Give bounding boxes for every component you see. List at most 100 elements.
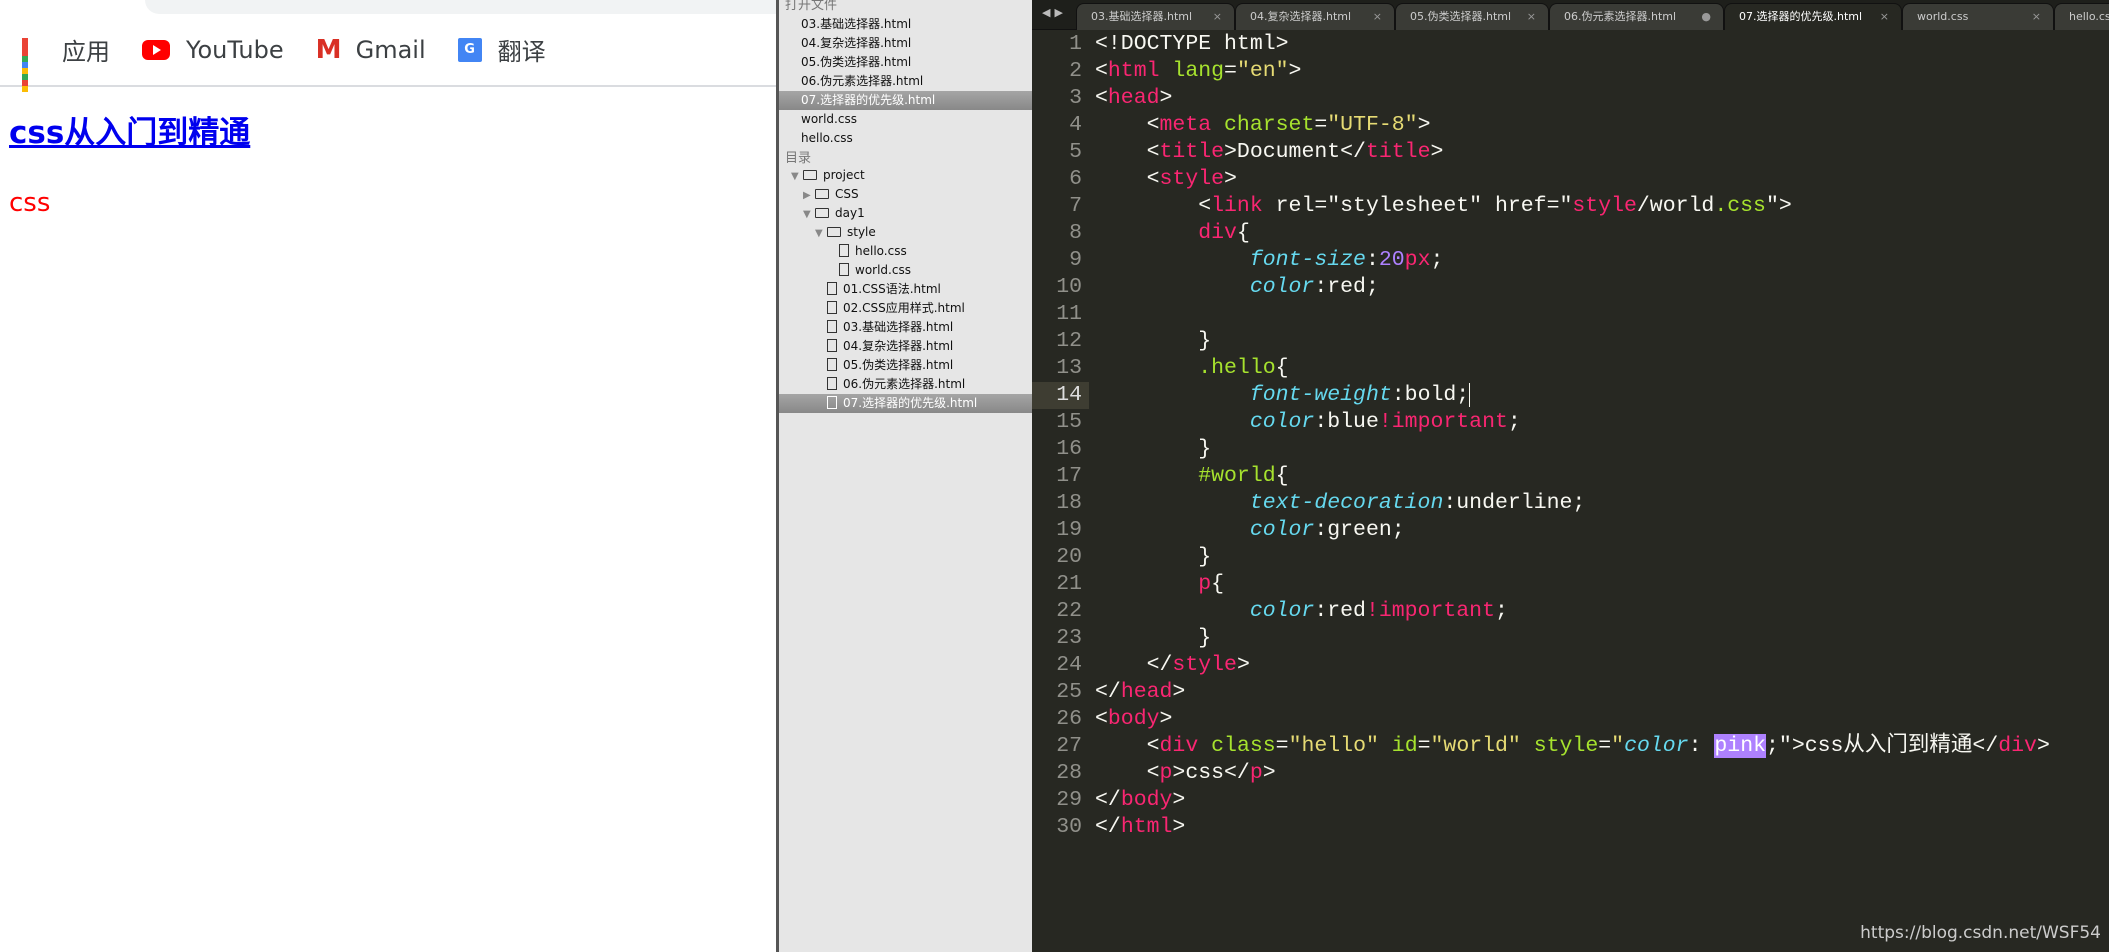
line-text: </html> <box>1095 814 1185 841</box>
code-token: style <box>1533 734 1599 758</box>
code-token: color <box>1249 275 1315 299</box>
close-icon[interactable]: × <box>1527 4 1536 30</box>
paragraph-text: css <box>9 188 51 218</box>
code-line: 13 .hello{ <box>1032 355 2109 382</box>
tree-folder[interactable]: ▶ CSS <box>779 185 1032 204</box>
expanded-arrow-icon[interactable]: ▼ <box>815 224 827 243</box>
tree-folder[interactable]: ▼ style <box>779 223 1032 242</box>
line-text: color:blue!important; <box>1095 409 1521 436</box>
code-token: < <box>1095 761 1160 785</box>
tree-file[interactable]: 05.伪类选择器.html <box>779 356 1032 375</box>
close-icon[interactable]: × <box>2032 4 2041 30</box>
open-file-item[interactable]: hello.css <box>779 129 1032 148</box>
tab-label: hello.css <box>2069 10 2109 23</box>
code-token: " <box>1611 734 1625 758</box>
code-token: > <box>1172 788 1186 812</box>
code-token: ; <box>1507 410 1521 434</box>
code-token: > <box>1430 140 1444 164</box>
close-icon[interactable]: × <box>1213 4 1222 30</box>
expanded-arrow-icon[interactable]: ▼ <box>803 205 815 224</box>
code-line: 3 <head> <box>1032 85 2109 112</box>
code-line: 14 font-weight:bold; <box>1032 382 2109 409</box>
code-token: .hello <box>1198 356 1276 380</box>
tree-file[interactable]: 03.基础选择器.html <box>779 318 1032 337</box>
close-icon[interactable]: × <box>1880 4 1889 30</box>
line-text: .hello{ <box>1095 355 1288 382</box>
bookmarks-bar: 应用 YouTube M Gmail G 翻译 <box>0 14 776 92</box>
open-file-item[interactable]: 07.选择器的优先级.html <box>779 91 1032 110</box>
editor-tab[interactable]: hello.css <box>2054 3 2109 30</box>
editor-tab[interactable]: world.css × <box>1902 3 2054 30</box>
tree-folder[interactable]: ▼ day1 <box>779 204 1032 223</box>
bookmark-gmail[interactable]: M Gmail <box>316 36 426 64</box>
collapsed-arrow-icon[interactable]: ▶ <box>803 186 815 205</box>
tree-file[interactable]: 07.选择器的优先级.html <box>779 394 1032 413</box>
line-number: 7 <box>1069 194 1082 218</box>
code-token: >css</ <box>1172 761 1250 785</box>
editor-tab[interactable]: 07.选择器的优先级.html × <box>1724 3 1902 30</box>
youtube-icon <box>142 39 170 60</box>
code-token: = <box>1598 734 1612 758</box>
code-token: div <box>1198 221 1237 245</box>
open-file-item[interactable]: 03.基础选择器.html <box>779 15 1032 34</box>
editor-tab[interactable]: 06.伪元素选择器.html ● <box>1549 3 1724 30</box>
line-number: 21 <box>1056 572 1082 596</box>
code-editor[interactable]: ◀▶ 03.基础选择器.html × 04.复杂选择器.html × 05.伪类选择器.… <box>1032 0 2109 952</box>
line-text: color:red; <box>1095 274 1379 301</box>
tree-file[interactable]: 01.CSS语法.html <box>779 280 1032 299</box>
address-bar[interactable] <box>145 0 776 14</box>
tree-file[interactable]: 02.CSS应用样式.html <box>779 299 1032 318</box>
expanded-arrow-icon[interactable]: ▼ <box>791 167 803 186</box>
bookmark-label: Gmail <box>355 35 426 64</box>
tree-file[interactable]: world.css <box>779 261 1032 280</box>
code-token: > <box>1159 707 1173 731</box>
bookmark-youtube[interactable]: YouTube <box>142 36 284 64</box>
tree-folder[interactable]: ▼ project <box>779 166 1032 185</box>
code-token: <!DOCTYPE html> <box>1095 32 1289 56</box>
close-icon[interactable]: × <box>1373 4 1382 30</box>
file-icon <box>827 282 837 295</box>
code-token: div <box>1159 734 1199 758</box>
code-token: } <box>1095 626 1212 650</box>
line-number: 13 <box>1056 356 1082 380</box>
open-file-item[interactable]: 05.伪类选择器.html <box>779 53 1032 72</box>
bookmark-translate[interactable]: G 翻译 <box>457 32 546 67</box>
code-token: :underline; <box>1443 491 1586 515</box>
code-line: 30 </html> <box>1032 814 2109 841</box>
file-icon <box>827 320 837 333</box>
code-token: !important <box>1378 410 1508 434</box>
line-text: <link rel="stylesheet" href="style/world… <box>1095 193 1792 220</box>
open-file-item[interactable]: 06.伪元素选择器.html <box>779 72 1032 91</box>
code-token: link <box>1211 194 1263 218</box>
line-text: <p>css</p> <box>1095 760 1276 787</box>
page-heading-link[interactable]: css从入门到精通 <box>9 107 250 152</box>
code-token: title <box>1159 140 1225 164</box>
tree-label: 03.基础选择器.html <box>843 320 954 334</box>
tree-file[interactable]: 06.伪元素选择器.html <box>779 375 1032 394</box>
tab-scroll-arrows-icon[interactable]: ◀▶ <box>1042 6 1067 19</box>
editor-tab[interactable]: 03.基础选择器.html × <box>1076 3 1235 30</box>
open-file-item[interactable]: 04.复杂选择器.html <box>779 34 1032 53</box>
open-file-item[interactable]: world.css <box>779 110 1032 129</box>
tree-label: project <box>823 168 865 182</box>
code-token: } <box>1095 329 1212 353</box>
line-text: } <box>1095 625 1211 652</box>
line-text: color:green; <box>1095 517 1405 544</box>
editor-tab[interactable]: 05.伪类选择器.html × <box>1395 3 1549 30</box>
code-area[interactable]: 1 <!DOCTYPE html> 2 <html lang="en"> 3 <head>… <box>1032 31 2109 841</box>
tree-file[interactable]: hello.css <box>779 242 1032 261</box>
code-token: </ <box>1095 788 1121 812</box>
code-token: head <box>1120 680 1173 704</box>
code-token: pink <box>1714 734 1767 758</box>
tree-file[interactable]: 04.复杂选择器.html <box>779 337 1032 356</box>
editor-tab[interactable]: 04.复杂选择器.html × <box>1235 3 1395 30</box>
unsaved-dot-icon[interactable]: ● <box>1701 4 1711 30</box>
bookmark-apps[interactable]: 应用 <box>22 32 110 92</box>
code-line: 17 #world{ <box>1032 463 2109 490</box>
